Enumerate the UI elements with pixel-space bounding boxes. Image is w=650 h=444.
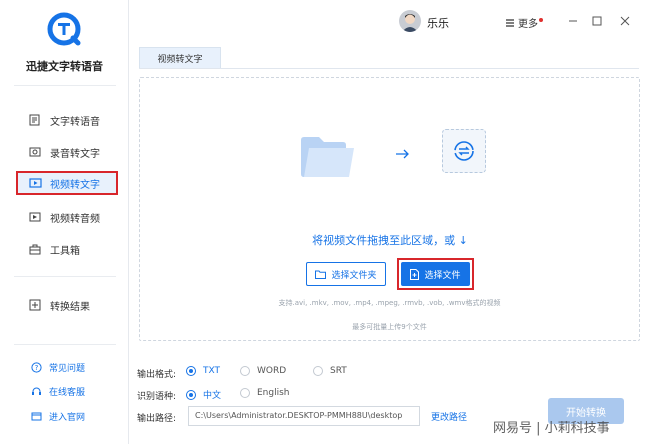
video-audio-icon [28,210,42,224]
select-file-highlight: 选择文件 [397,258,474,290]
radio-format-word[interactable]: WORD [240,366,286,376]
folder-small-icon [315,270,327,279]
website-label: 进入官网 [49,413,86,423]
menu-icon [506,18,514,27]
nav-label: 转换结果 [50,301,90,313]
username[interactable]: 乐乐 [427,15,449,31]
radio-dot [186,389,196,400]
app-logo-icon [47,12,81,46]
output-path-field[interactable]: C:\Users\Administrator.DESKTOP-PMMH88U\d… [188,406,420,426]
nav-label: 录音转文字 [50,148,100,160]
nav-label: 文字转语音 [50,116,100,128]
radio-dot [186,366,196,376]
upload-limit: 最多可批量上传9个文件 [352,323,427,331]
maximize-button[interactable] [589,13,605,29]
support-label: 在线客服 [49,388,86,398]
minimize-icon [569,20,577,22]
app-window: 迅捷文字转语音 文字转语音 录音转文字 视频转文字 视频转音频 工具箱 转换结果… [0,0,650,444]
radio-dot [313,366,323,376]
help-label: 常见问题 [49,364,86,374]
nav-label: 视频转音频 [50,213,100,225]
folder-icon [301,137,354,177]
watermark-text: 网易号 | 小莉科技事 [493,421,610,436]
website-link[interactable]: 进入官网 [30,410,85,423]
tab-divider [139,68,639,69]
radio-label: TXT [203,366,221,376]
more-label: 更多 [518,19,538,30]
title-bar: 乐乐 更多 [129,0,650,44]
result-icon [28,298,42,312]
change-path-link[interactable]: 更改路径 [431,410,467,423]
nav-item-text-to-speech[interactable]: 文字转语音 [16,108,118,132]
minimize-button[interactable] [565,13,581,29]
convert-icon [454,141,474,161]
radio-label: WORD [257,366,287,376]
divider [14,85,116,86]
sidebar: 迅捷文字转语音 文字转语音 录音转文字 视频转文字 视频转音频 工具箱 转换结果… [0,0,129,444]
select-file-button[interactable]: 选择文件 [401,262,470,286]
nav-item-video-to-audio[interactable]: 视频转音频 [16,205,118,229]
close-button[interactable] [617,13,633,29]
help-link[interactable]: ? 常见问题 [30,361,85,374]
website-icon [30,411,42,423]
nav-item-video-to-text[interactable]: 视频转文字 [16,171,118,195]
radio-format-txt[interactable]: TXT [186,366,220,376]
divider [14,276,116,277]
nav-item-recording-to-text[interactable]: 录音转文字 [16,140,118,164]
radio-lang-english[interactable]: English [240,388,290,398]
radio-dot [240,388,250,398]
text-to-speech-icon [28,113,42,127]
radio-label: 中文 [203,391,222,401]
help-icon: ? [30,362,42,374]
arrow-right-icon [396,149,409,159]
radio-lang-chinese[interactable]: 中文 [186,388,221,401]
app-name: 迅捷文字转语音 [26,60,103,73]
avatar[interactable] [399,10,421,32]
nav-label: 视频转文字 [50,179,100,191]
supported-formats: 支持.avi, .mkv, .mov, .mp4, .mpeg, .rmvb, … [278,299,501,307]
select-file-label: 选择文件 [424,270,461,281]
output-path-label: 输出路径: [137,414,177,424]
recording-icon [28,145,42,159]
convert-target-box [442,129,486,173]
radio-format-srt[interactable]: SRT [313,366,347,376]
close-icon [620,16,630,26]
select-folder-button[interactable]: 选择文件夹 [306,262,386,286]
drop-hint: 将视频文件拖拽至此区域，或 ↓ [312,234,468,247]
more-menu-button[interactable]: 更多 [505,15,543,30]
language-label: 识别语种: [137,392,177,402]
support-link[interactable]: 在线客服 [30,385,85,398]
video-icon [28,176,42,190]
nav-item-results[interactable]: 转换结果 [16,293,118,317]
svg-text:?: ? [34,364,38,372]
tab-video-to-text[interactable]: 视频转文字 [139,47,221,69]
nav-label: 工具箱 [50,245,80,257]
select-folder-label: 选择文件夹 [331,270,377,281]
radio-label: SRT [330,366,347,376]
headset-icon [30,386,42,398]
maximize-icon [592,16,602,26]
output-format-label: 输出格式: [137,370,177,380]
radio-label: English [257,388,290,398]
file-add-icon [410,268,420,280]
notification-dot [539,17,543,22]
nav-item-toolbox[interactable]: 工具箱 [16,237,118,261]
divider [14,344,116,345]
toolbox-icon [28,242,42,256]
radio-dot [240,366,250,376]
